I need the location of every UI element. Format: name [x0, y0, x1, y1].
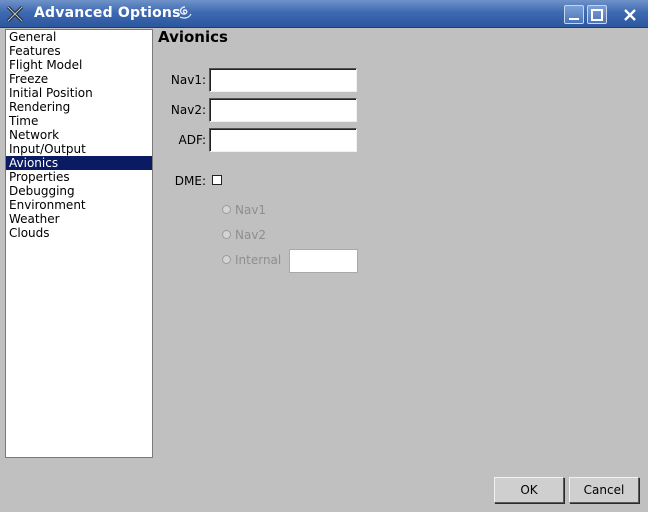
app-swirl-icon — [176, 4, 194, 22]
category-list[interactable]: General Features Flight Model Freeze Ini… — [5, 29, 153, 458]
sidebar-item-freeze[interactable]: Freeze — [6, 72, 152, 86]
sidebar-item-environment[interactable]: Environment — [6, 198, 152, 212]
dme-internal-radio[interactable] — [222, 255, 231, 264]
sidebar-item-network[interactable]: Network — [6, 128, 152, 142]
dme-checkbox[interactable] — [212, 175, 222, 185]
title-bar[interactable]: Advanced Options — [0, 0, 648, 28]
panel-title: Avionics — [158, 28, 228, 46]
sidebar-item-time[interactable]: Time — [6, 114, 152, 128]
dme-nav2-label: Nav2 — [235, 228, 267, 242]
nav2-label: Nav2: — [170, 103, 206, 117]
sidebar-item-clouds[interactable]: Clouds — [6, 226, 152, 240]
window-title: Advanced Options — [34, 5, 181, 21]
cancel-button[interactable]: Cancel — [569, 477, 639, 503]
ok-button[interactable]: OK — [494, 477, 564, 503]
adf-input[interactable] — [209, 128, 357, 152]
dme-internal-input[interactable] — [289, 249, 358, 273]
close-button[interactable] — [620, 5, 640, 24]
sidebar-item-features[interactable]: Features — [6, 44, 152, 58]
sidebar-item-properties[interactable]: Properties — [6, 170, 152, 184]
dme-internal-label: Internal — [235, 253, 282, 267]
x-window-icon[interactable] — [6, 5, 24, 23]
sidebar-item-general[interactable]: General — [6, 30, 152, 44]
sidebar-item-rendering[interactable]: Rendering — [6, 100, 152, 114]
nav2-input[interactable] — [209, 98, 357, 122]
maximize-button[interactable] — [587, 5, 607, 24]
nav1-input[interactable] — [209, 68, 357, 92]
adf-label: ADF: — [178, 133, 206, 147]
minimize-button[interactable] — [564, 5, 584, 24]
sidebar-item-debugging[interactable]: Debugging — [6, 184, 152, 198]
dme-nav1-radio[interactable] — [222, 205, 231, 214]
nav1-label: Nav1: — [170, 73, 206, 87]
sidebar-item-input-output[interactable]: Input/Output — [6, 142, 152, 156]
sidebar-item-weather[interactable]: Weather — [6, 212, 152, 226]
dme-label: DME: — [174, 174, 206, 188]
sidebar-item-avionics[interactable]: Avionics — [6, 156, 152, 170]
sidebar-item-initial-position[interactable]: Initial Position — [6, 86, 152, 100]
dme-nav2-radio[interactable] — [222, 230, 231, 239]
sidebar-item-flight-model[interactable]: Flight Model — [6, 58, 152, 72]
dme-nav1-label: Nav1 — [235, 203, 267, 217]
